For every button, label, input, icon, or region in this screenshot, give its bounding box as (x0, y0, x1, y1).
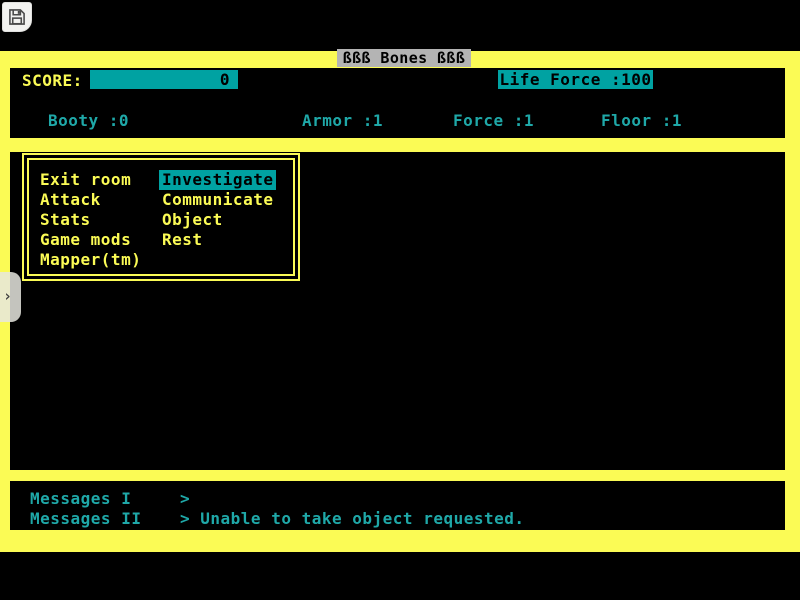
score-bar: 0 (90, 70, 238, 89)
floppy-disk-icon (8, 8, 26, 26)
life-force-badge: Life Force :100 (498, 70, 653, 89)
message-label: Messages II (30, 509, 141, 528)
menu-item-attack[interactable]: Attack (40, 190, 141, 210)
menu-item-stats[interactable]: Stats (40, 210, 141, 230)
messages-panel: Messages I > Messages II > Unable to tak… (10, 481, 785, 530)
stat-booty: Booty :0 (48, 111, 129, 130)
score-value: 0 (220, 70, 230, 89)
game-screen: ßßß Bones ßßß SCORE: 0 Life Force :100 B… (0, 0, 800, 600)
message-row: Messages II > Unable to take object requ… (10, 509, 785, 529)
game-title: ßßß Bones ßßß (337, 49, 471, 67)
score-label: SCORE: (22, 71, 83, 90)
message-label: Messages I (30, 489, 131, 508)
menu-item-game-mods[interactable]: Game mods (40, 230, 141, 250)
menu-column-right: Investigate Communicate Object Rest (162, 170, 276, 250)
message-text: > Unable to take object requested. (180, 509, 525, 528)
menu-column-left: Exit room Attack Stats Game mods Mapper(… (40, 170, 141, 270)
menu-item-communicate[interactable]: Communicate (162, 190, 276, 210)
menu-item-mapper[interactable]: Mapper(tm) (40, 250, 141, 270)
stat-armor: Armor :1 (302, 111, 383, 130)
menu-item-exit-room[interactable]: Exit room (40, 170, 141, 190)
stat-force: Force :1 (453, 111, 534, 130)
stat-floor: Floor :1 (601, 111, 682, 130)
menu-item-object[interactable]: Object (162, 210, 276, 230)
menu-item-rest[interactable]: Rest (162, 230, 276, 250)
side-drawer-handle[interactable]: › (0, 272, 21, 322)
message-row: Messages I > (10, 489, 785, 509)
chevron-right-icon: › (3, 288, 12, 304)
action-menu: Exit room Attack Stats Game mods Mapper(… (22, 153, 300, 281)
save-button[interactable] (2, 2, 32, 32)
menu-item-investigate[interactable]: Investigate (159, 170, 276, 190)
message-text: > (180, 489, 190, 508)
